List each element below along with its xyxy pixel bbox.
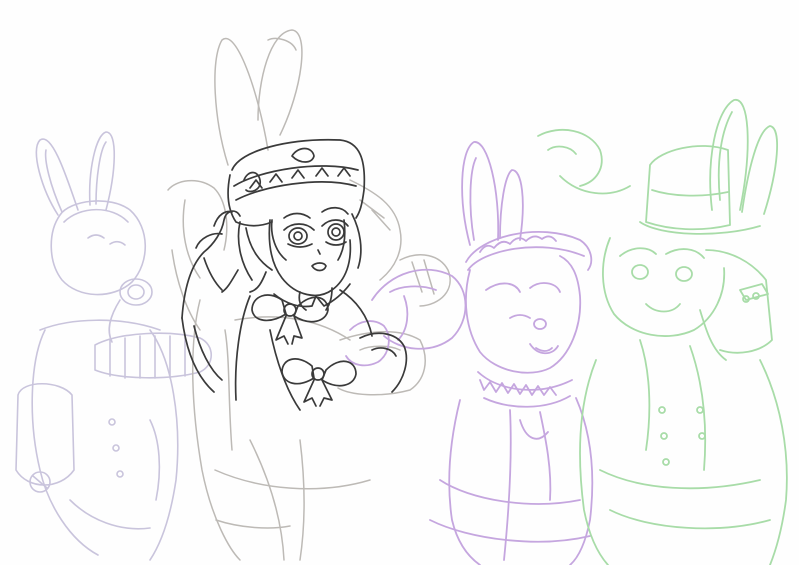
bow-upper (251, 294, 329, 345)
purple-bunny-maid-figure (345, 141, 594, 565)
sketch-artwork (15, 29, 788, 565)
center-bunny-top-hat-figure (181, 138, 408, 411)
sketch-canvas (0, 0, 799, 565)
lavender-bunny-figure (15, 131, 213, 561)
top-hat (231, 138, 366, 219)
